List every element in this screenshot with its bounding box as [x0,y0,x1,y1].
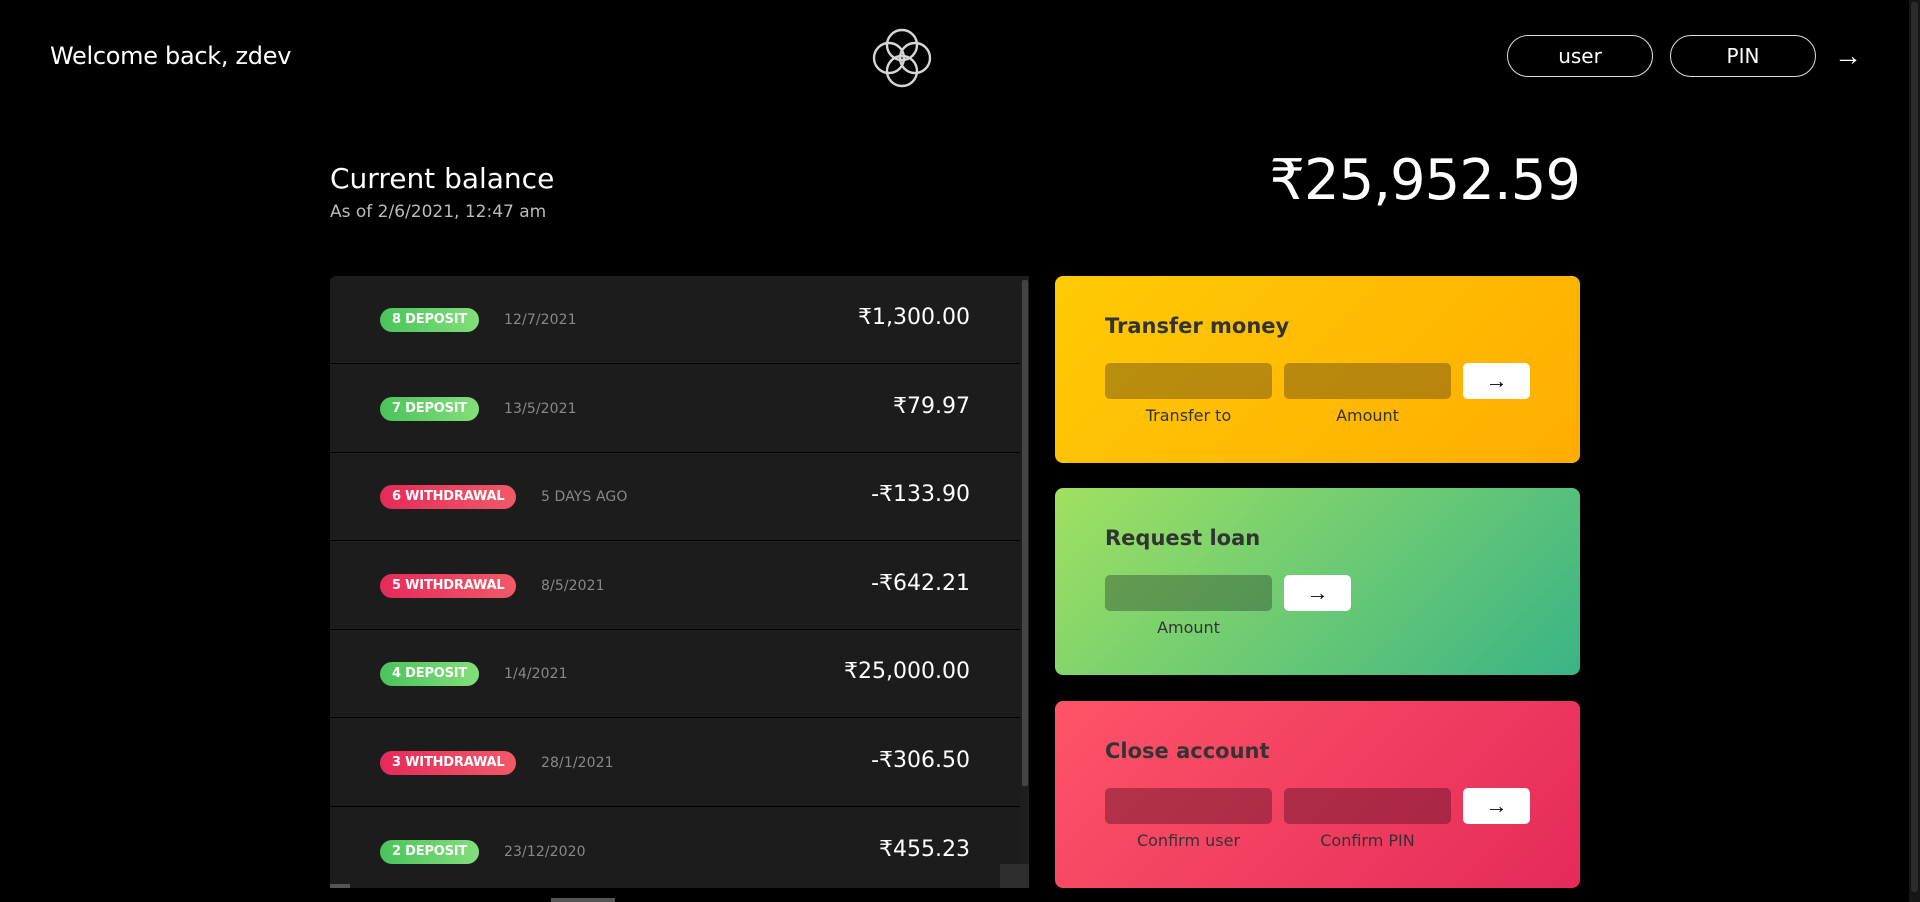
movement-date: 23/12/2020 [504,844,586,860]
movement-date: 28/1/2021 [541,755,614,771]
movement-row: 7 DEPOSIT 13/5/2021 ₹79.97 [330,365,1020,453]
page-scrollbar[interactable] [1909,0,1920,902]
operation-transfer: Transfer money → Transfer to Amount [1055,276,1580,463]
transfer-title: Transfer money [1105,314,1290,338]
operation-close: Close account → Confirm user Confirm PIN [1055,701,1580,888]
movement-type-badge: 7 DEPOSIT [380,397,480,421]
movement-row: 5 WITHDRAWAL 8/5/2021 -₹642.21 [330,542,1020,630]
movement-row: 3 WITHDRAWAL 28/1/2021 -₹306.50 [330,719,1020,807]
movement-value: ₹25,000.00 [844,659,970,684]
loan-amount-input[interactable] [1105,575,1272,611]
movement-type-badge: 3 WITHDRAWAL [380,751,517,775]
movement-value: -₹306.50 [871,748,970,773]
balance-date: As of 2/6/2021, 12:47 am [330,202,547,222]
operation-loan: Request loan → Amount [1055,488,1580,675]
login-pin-input[interactable] [1670,35,1816,77]
transfer-to-input[interactable] [1105,363,1272,399]
arrow-right-icon: → [1485,368,1508,393]
balance-label: Current balance [330,162,555,195]
balance-value: ₹25,952.59 [1269,148,1581,213]
page-hscroll-thumb[interactable] [551,898,615,902]
page-scrollbar-thumb[interactable] [1911,2,1918,892]
movements-list[interactable]: 8 DEPOSIT 12/7/2021 ₹1,300.00 7 DEPOSIT 13/5… [330,276,1020,888]
movement-type-badge: 5 WITHDRAWAL [380,574,517,598]
movement-type-badge: 4 DEPOSIT [380,662,480,686]
movements-scrollbar-thumb[interactable] [1022,280,1028,786]
movement-value: -₹642.21 [871,571,970,596]
welcome-message: Welcome back, zdev [50,42,292,70]
top-nav: Welcome back, zdev → [0,0,1920,116]
bankist-logo-icon [872,28,932,88]
loan-amount-label: Amount [1157,618,1220,637]
close-pin-input[interactable] [1284,788,1451,824]
movement-value: ₹79.97 [893,394,970,419]
movement-row: 6 WITHDRAWAL 5 DAYS AGO -₹133.90 [330,453,1020,541]
movement-date: 5 DAYS AGO [541,489,628,505]
close-user-input[interactable] [1105,788,1272,824]
movement-row: 4 DEPOSIT 1/4/2021 ₹25,000.00 [330,630,1020,718]
arrow-right-icon: → [1485,793,1508,818]
close-title: Close account [1105,739,1270,763]
arrow-right-icon: → [1834,40,1862,71]
scrollbar-corner [1000,864,1029,888]
loan-submit-button[interactable]: → [1284,575,1351,611]
login-user-input[interactable] [1507,35,1653,77]
movement-type-badge: 8 DEPOSIT [380,308,480,332]
movement-value: -₹133.90 [871,482,970,507]
transfer-submit-button[interactable]: → [1463,363,1530,399]
movement-row: 2 DEPOSIT 23/12/2020 ₹455.23 [330,808,1020,888]
movement-row: 8 DEPOSIT 12/7/2021 ₹1,300.00 [330,276,1020,364]
transfer-amount-label: Amount [1336,406,1399,425]
movement-date: 13/5/2021 [504,401,577,417]
movement-type-badge: 2 DEPOSIT [380,840,480,864]
arrow-right-icon: → [1306,580,1329,605]
movements-hscroll-thumb[interactable] [330,884,350,888]
transfer-to-label: Transfer to [1145,406,1232,425]
movement-value: ₹1,300.00 [858,305,970,330]
movement-value: ₹455.23 [879,837,970,862]
close-user-label: Confirm user [1136,831,1241,850]
movement-type-badge: 6 WITHDRAWAL [380,485,517,509]
login-submit-button[interactable]: → [1830,38,1866,74]
close-submit-button[interactable]: → [1463,788,1530,824]
loan-title: Request loan [1105,526,1261,550]
close-pin-label: Confirm PIN [1320,831,1415,850]
movement-date: 1/4/2021 [504,666,568,682]
movement-date: 12/7/2021 [504,312,577,328]
movement-date: 8/5/2021 [541,578,605,594]
transfer-amount-input[interactable] [1284,363,1451,399]
movements-scrollbar[interactable] [1020,276,1029,888]
